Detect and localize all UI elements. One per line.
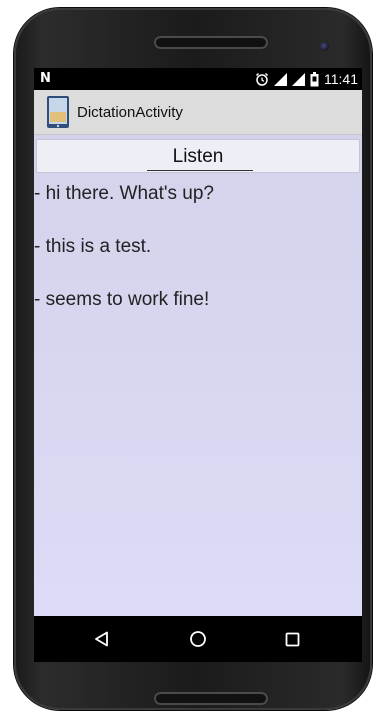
status-time: 11:41 — [324, 71, 358, 87]
transcript-line: - seems to work fine! — [34, 289, 210, 310]
front-camera — [320, 42, 329, 51]
app-title: DictationActivity — [77, 104, 183, 121]
back-icon — [95, 631, 108, 647]
signal-icon — [274, 72, 287, 86]
back-button[interactable] — [86, 624, 118, 654]
navigation-bar — [34, 616, 362, 662]
status-icons: 11:41 — [255, 70, 358, 88]
battery-icon — [310, 71, 319, 86]
nfc-indicator: N — [40, 71, 51, 86]
home-button[interactable] — [182, 624, 214, 654]
recents-icon — [285, 632, 299, 646]
listen-button-label: Listen — [172, 146, 224, 167]
listen-button[interactable]: Listen — [36, 139, 360, 173]
device-screen: N 11:41 DictationActivity Listen - hi th… — [34, 68, 362, 662]
listen-underline — [147, 170, 253, 171]
status-bar: N 11:41 — [34, 68, 362, 90]
transcript-line: - this is a test. — [34, 236, 152, 257]
alarm-icon — [255, 72, 269, 86]
bottom-speaker — [154, 692, 268, 705]
transcript-list: - hi there. What's up? - this is a test.… — [34, 182, 362, 341]
main-content: Listen - hi there. What's up? - this is … — [34, 135, 362, 616]
action-bar: DictationActivity — [34, 90, 362, 135]
home-icon — [190, 631, 206, 647]
earpiece-speaker — [154, 36, 268, 49]
transcript-line: - hi there. What's up? — [34, 183, 214, 204]
app-icon — [47, 96, 69, 128]
recents-button[interactable] — [276, 624, 308, 654]
signal-icon — [292, 72, 305, 86]
